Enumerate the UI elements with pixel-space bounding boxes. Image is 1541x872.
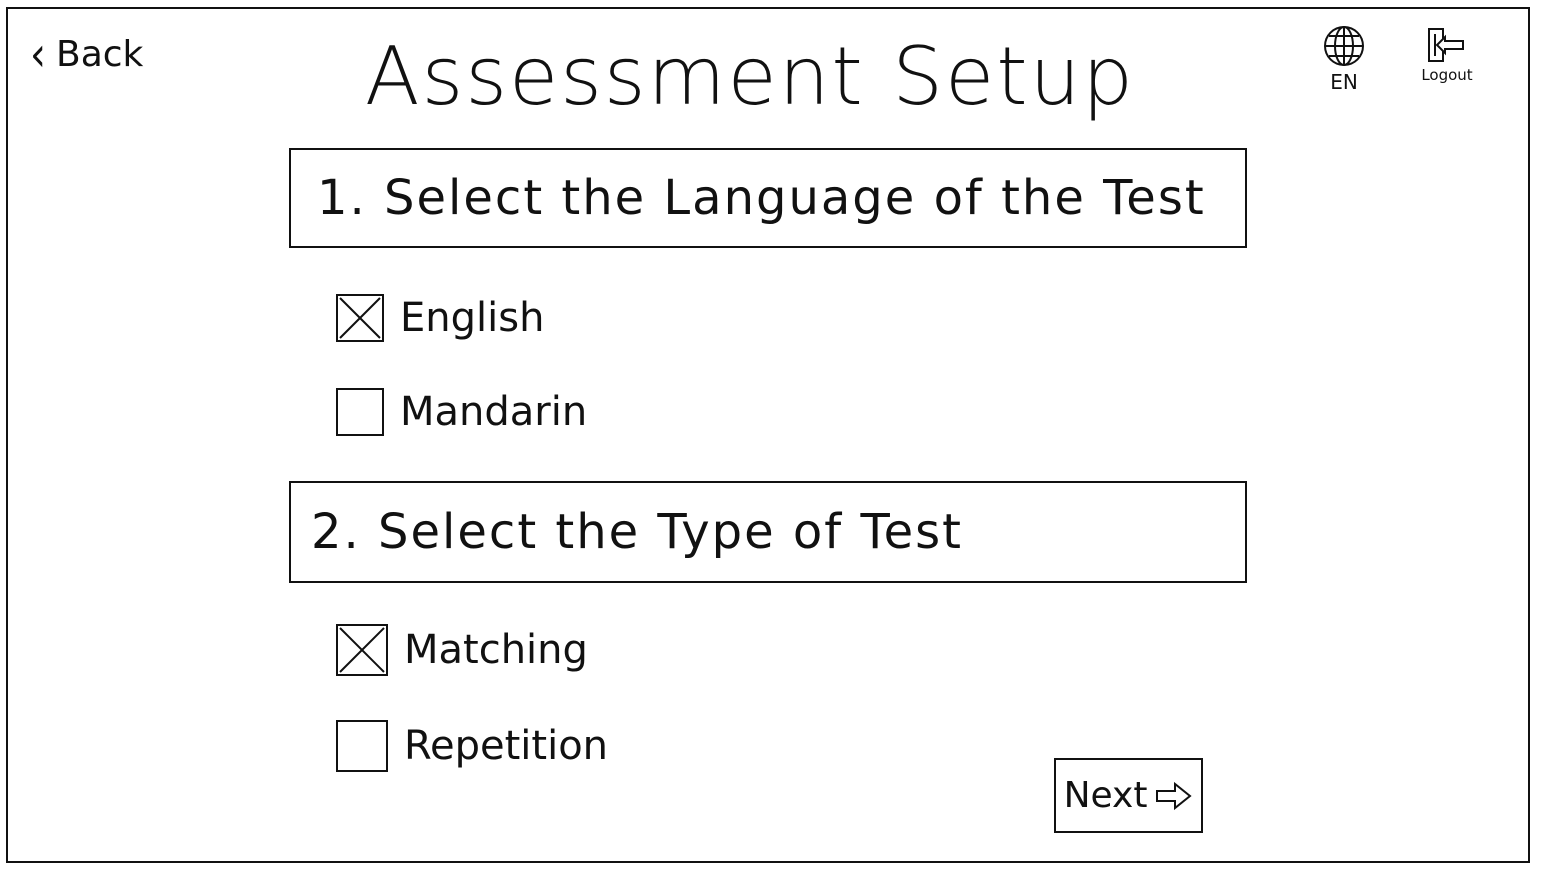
checkbox-mandarin[interactable] [336, 388, 384, 436]
checkmark-x-icon [339, 297, 381, 339]
checkbox-matching[interactable] [336, 624, 388, 676]
logout-label: Logout [1421, 66, 1473, 84]
checkbox-repetition[interactable] [336, 720, 388, 772]
checkbox-english[interactable] [336, 294, 384, 342]
option-repetition[interactable]: Repetition [336, 720, 608, 772]
option-label: Repetition [404, 723, 609, 769]
arrow-right-icon [1156, 781, 1193, 810]
logout-button[interactable]: Logout [1412, 26, 1482, 84]
app-frame [6, 7, 1530, 863]
option-mandarin[interactable]: Mandarin [336, 388, 587, 436]
option-english[interactable]: English [336, 294, 544, 342]
option-label: Mandarin [400, 389, 588, 435]
logout-icon [1428, 28, 1464, 62]
next-label: Next [1063, 775, 1148, 816]
checkmark-x-icon [339, 627, 385, 673]
section-language-header: 1. Select the Language of the Test [289, 148, 1247, 248]
next-button[interactable]: Next [1054, 758, 1203, 833]
option-label: Matching [404, 627, 588, 673]
page-title: Assessment Setup [364, 30, 1136, 123]
language-button[interactable]: EN [1318, 24, 1370, 94]
option-label: English [400, 295, 545, 341]
section-type-header: 2. Select the Type of Test [289, 481, 1247, 583]
globe-icon [1324, 26, 1364, 66]
language-code: EN [1330, 70, 1358, 94]
option-matching[interactable]: Matching [336, 624, 588, 676]
